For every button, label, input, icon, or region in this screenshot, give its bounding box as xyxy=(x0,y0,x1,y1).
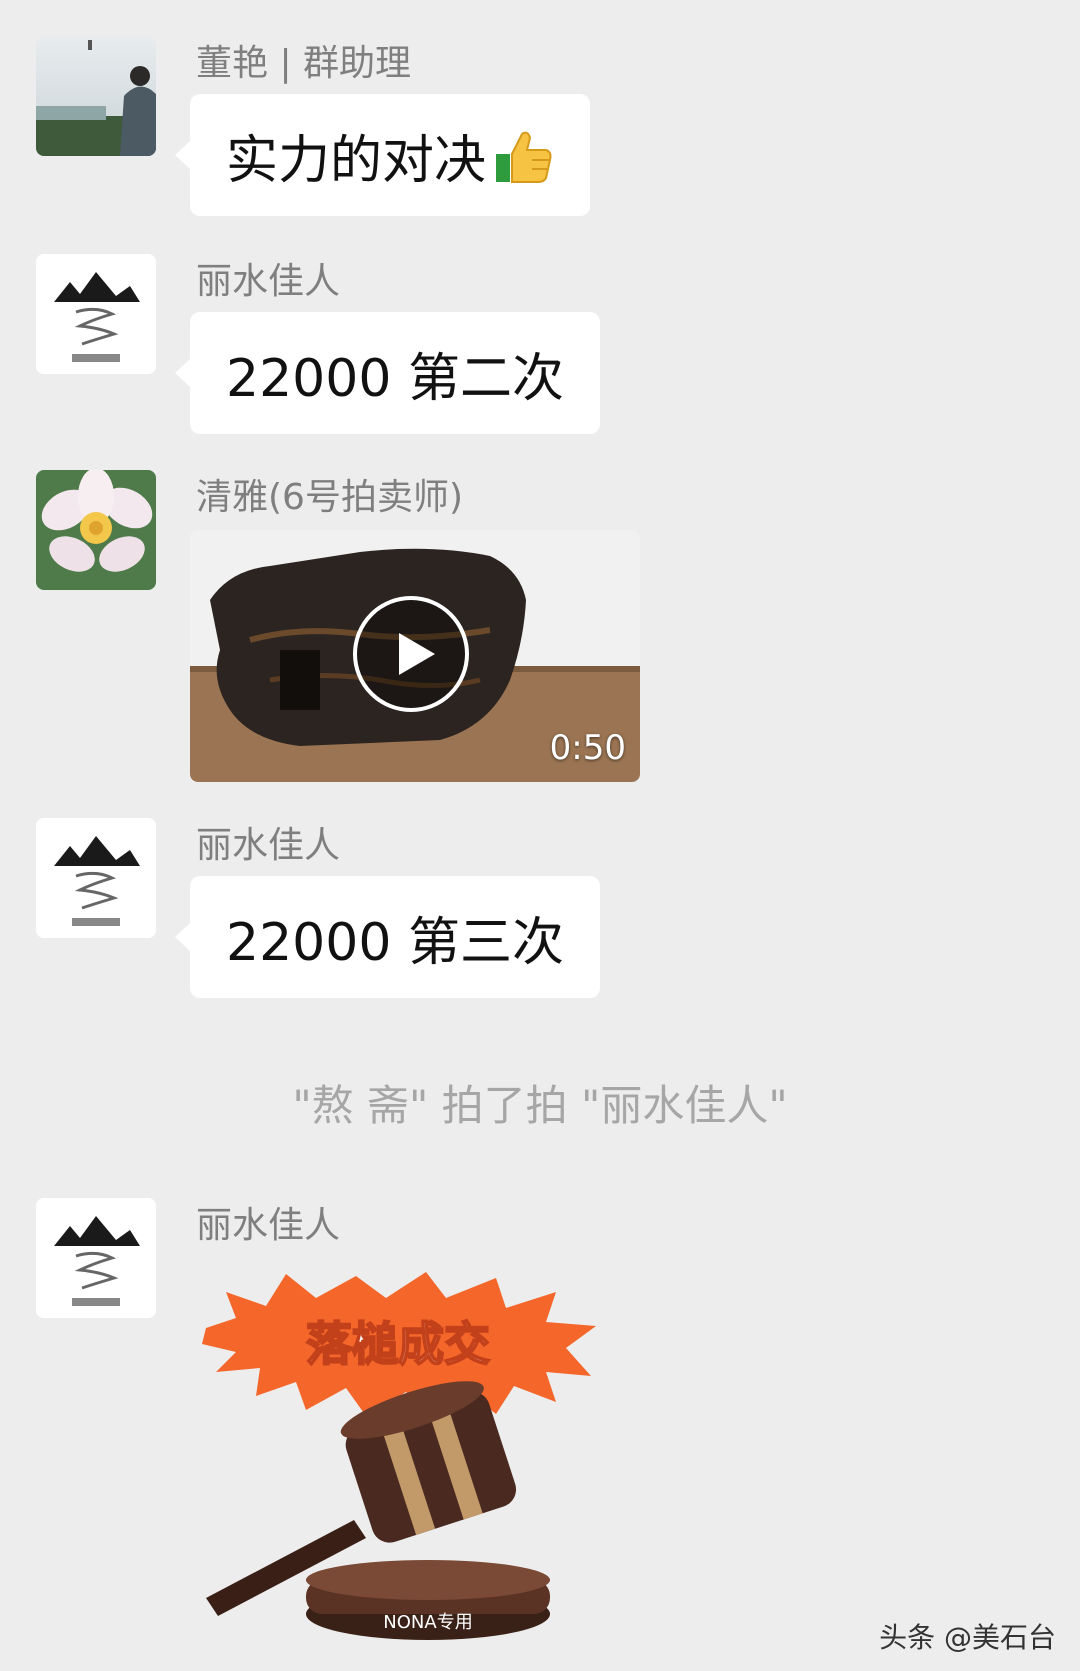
sender-name: 丽水佳人 xyxy=(196,1205,341,1246)
avatar-photo xyxy=(36,36,156,156)
pat-system-message: "熬 斋" 拍了拍 "丽水佳人" xyxy=(292,1081,788,1130)
sender-name: 清雅(6号拍卖师) xyxy=(196,477,463,518)
thumbs-up-icon xyxy=(492,124,554,186)
avatar-lishuijiaren[interactable] xyxy=(36,254,156,374)
video-message[interactable]: 0:50 xyxy=(190,530,640,782)
sender-name: 丽水佳人 xyxy=(196,825,341,866)
avatar-lishuijiaren[interactable] xyxy=(36,818,156,938)
sender-name: 丽水佳人 xyxy=(196,261,341,302)
message-bubble[interactable]: 实力的对决 xyxy=(174,94,591,216)
sticker-title: 落槌成交 xyxy=(306,1317,490,1371)
message-text: 22000 第二次 xyxy=(226,348,564,409)
message-text: 22000 第三次 xyxy=(226,912,564,973)
lotus-flower-avatar xyxy=(36,470,156,590)
sender-name: 董艳 | 群助理 xyxy=(196,43,412,84)
gavel-icon: 落槌成交 NONA专用 xyxy=(202,1272,596,1640)
play-icon[interactable] xyxy=(353,596,469,712)
mountain-logo-icon xyxy=(36,1198,156,1318)
avatar-qingya[interactable] xyxy=(36,470,156,590)
mountain-logo-icon xyxy=(36,254,156,374)
message-bubble[interactable]: 22000 第三次 xyxy=(175,876,600,998)
sticker-label: NONA专用 xyxy=(383,1612,472,1633)
avatar-dongyan[interactable] xyxy=(36,36,156,156)
message-bubble[interactable]: 22000 第二次 xyxy=(175,312,600,434)
avatar-lishuijiaren[interactable] xyxy=(36,1198,156,1318)
video-duration: 0:50 xyxy=(549,728,626,768)
watermark: 头条 @美石台 xyxy=(879,1621,1056,1654)
gavel-sticker[interactable]: 落槌成交 NONA专用 xyxy=(196,1268,616,1648)
mountain-logo-icon xyxy=(36,818,156,938)
message-text: 实力的对决 xyxy=(226,130,487,191)
